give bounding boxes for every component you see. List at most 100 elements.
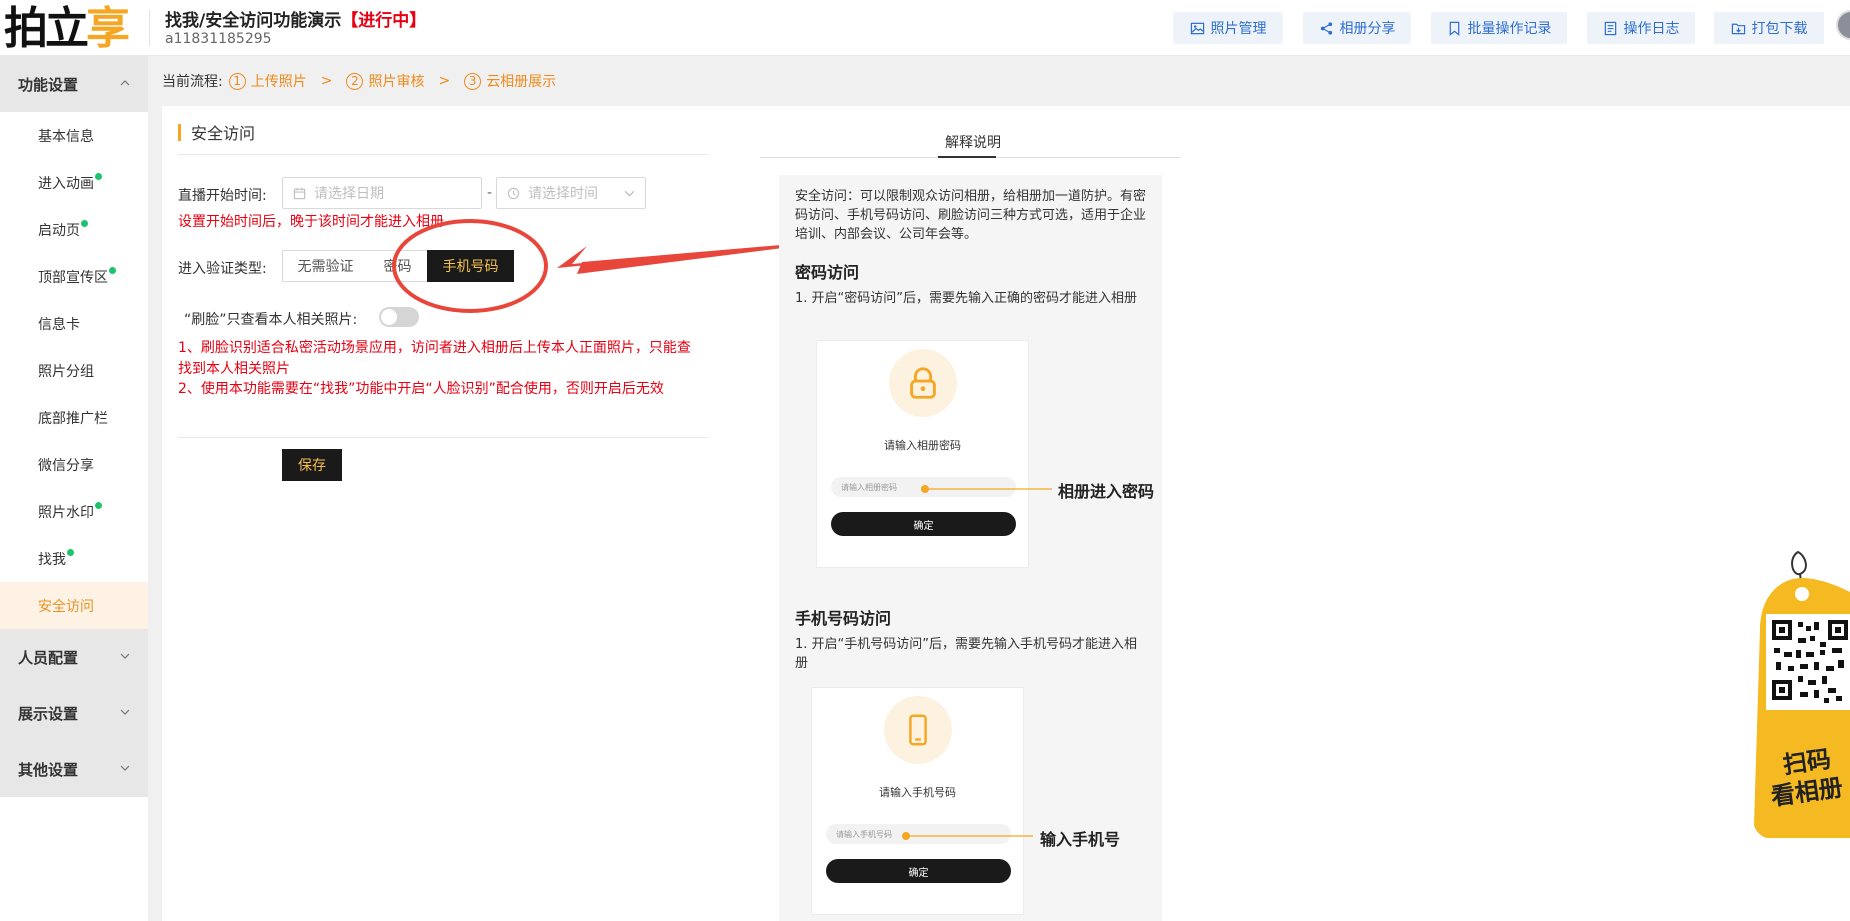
sidebar-group-other[interactable]: 其他设置 [0,741,148,797]
sidebar-group-label: 展示设置 [18,704,79,723]
sidebar-item-label: 照片分组 [38,363,94,380]
face-scan-note-2: 2、使用本功能需要在“找我”功能中开启“人脸识别”配合使用，否则开启后无效 [178,381,664,397]
operation-log-label: 操作日志 [1623,21,1680,37]
folder-download-icon [1731,23,1745,34]
sidebar-item-photo-groups[interactable]: 照片分组 [0,347,148,394]
sidebar-item-label: 基本信息 [38,128,94,145]
chevron-down-icon [120,653,130,659]
image-icon [1190,22,1204,34]
sidebar-item-label: 信息卡 [38,316,80,333]
album-share-button[interactable]: 相册分享 [1303,12,1411,44]
step-label: 云相册展示 [486,74,557,90]
chevron-down-icon [120,765,130,771]
operation-log-button[interactable]: 操作日志 [1587,12,1695,44]
tab-active-indicator [938,156,996,158]
date-picker-input[interactable]: 请选择日期 [282,177,482,209]
flow-step-review[interactable]: 2 照片审核 [346,71,424,91]
password-step: 1. 开启“密码访问”后，需要先输入正确的密码才能进入相册 [795,291,1138,306]
avatar[interactable] [1836,10,1850,40]
flow-step-upload[interactable]: 1 上传照片 [228,71,307,91]
step-number: 3 [464,72,482,90]
app-logo[interactable]: 拍立享 [4,3,130,54]
flow-label: 当前流程: [162,74,223,90]
sidebar-item-find-me[interactable]: 找我 [0,535,148,582]
process-flow-bar: 当前流程: 1 上传照片 > 2 照片审核 > 3 云相册展示 [148,56,1850,106]
sidebar-item-top-banner[interactable]: 顶部宣传区 [0,253,148,300]
sidebar-item-wechat-share[interactable]: 微信分享 [0,441,148,488]
bookmark-icon [1449,21,1459,36]
pack-download-button[interactable]: 打包下载 [1714,12,1824,44]
chevron-down-icon [624,190,635,197]
calendar-icon [293,187,306,199]
batch-records-label: 批量操作记录 [1467,21,1552,37]
face-scan-toggle[interactable] [379,307,419,327]
password-mock-screen: 请输入相册密码 请输入相册密码 确定 [816,340,1029,568]
section-title-text: 安全访问 [191,124,256,143]
logo-divider [149,10,150,46]
mock-title: 请输入手机号码 [879,786,956,799]
sidebar-item-label: 照片水印 [38,504,94,521]
top-bar: 拍立享 找我/安全访问功能演示【进行中】 a11831185295 照片管理 相… [0,0,1850,56]
lock-icon [910,367,936,399]
status-dot [95,502,102,509]
tab-explanation[interactable]: 解释说明 [945,132,1001,152]
mobile-phone-icon [909,714,927,746]
flow-step-cloud-album[interactable]: 3 云相册展示 [464,71,556,91]
date-placeholder: 请选择日期 [314,186,384,202]
sidebar-group-display[interactable]: 展示设置 [0,685,148,741]
qr-code-tag[interactable]: 扫码 看相册 [1740,548,1850,838]
photo-manage-button[interactable]: 照片管理 [1173,12,1283,44]
sidebar-item-launch-page[interactable]: 启动页 [0,206,148,253]
verify-type-label: 进入验证类型: [178,261,267,277]
phone-annotation: 输入手机号 [1040,830,1121,849]
verify-option-label: 无需验证 [297,259,354,275]
status-dot [67,549,74,556]
chevron-down-icon [120,709,130,715]
password-annotation: 相册进入密码 [1058,482,1155,501]
step-number: 2 [346,72,364,90]
time-placeholder: 请选择时间 [528,186,598,202]
sidebar-item-label: 找我 [38,551,66,568]
step-label: 照片审核 [368,74,425,90]
sidebar-group-label: 人员配置 [18,648,79,667]
sidebar-item-bottom-promo[interactable]: 底部推广栏 [0,394,148,441]
document-icon [1604,21,1616,35]
mock-button: 确定 [831,512,1016,536]
start-time-label: 直播开始时间: [178,188,267,204]
sidebar-group-feature-settings[interactable]: 功能设置 [0,56,148,112]
explain-intro: 安全访问：可以限制观众访问相册，给相册加一道防护。有密码访问、手机号码访问、刷脸… [795,189,1147,242]
range-separator: - [487,185,493,201]
project-title: 找我/安全访问功能演示【进行中】 [165,6,426,31]
mock-title: 请输入相册密码 [884,439,961,452]
divider [178,154,708,155]
batch-records-button[interactable]: 批量操作记录 [1431,12,1567,44]
clock-icon [507,187,520,199]
logo-text-main: 拍立 [4,3,89,54]
time-picker-input[interactable]: 请选择时间 [496,177,646,209]
verify-option-none[interactable]: 无需验证 [282,250,369,282]
sidebar-item-label: 进入动画 [38,175,94,192]
phone-heading: 手机号码访问 [795,609,892,628]
sidebar-item-label: 微信分享 [38,457,94,474]
face-scan-note-1: 1、刷脸识别适合私密活动场景应用，访问者进入相册后上传本人正面照片，只能查找到本… [178,340,691,377]
face-scan-label: “刷脸”只查看本人相关照片: [184,312,358,328]
mock-button: 确定 [826,859,1011,883]
title-accent-bar [178,123,181,141]
sidebar-item-basic-info[interactable]: 基本信息 [0,112,148,159]
explanation-panel: 安全访问：可以限制观众访问相册，给相册加一道防护。有密码访问、手机号码访问、刷脸… [779,175,1162,921]
divider [178,437,708,438]
sidebar-item-enter-animation[interactable]: 进入动画 [0,159,148,206]
save-button[interactable]: 保存 [282,449,342,481]
sidebar-item-info-card[interactable]: 信息卡 [0,300,148,347]
step-number: 1 [228,72,246,90]
status-dot [95,173,102,180]
sidebar-group-personnel[interactable]: 人员配置 [0,629,148,685]
project-status: 【进行中】 [341,11,427,31]
album-share-label: 相册分享 [1339,21,1396,37]
sidebar-item-label: 底部推广栏 [38,410,108,427]
sidebar-item-watermark[interactable]: 照片水印 [0,488,148,535]
sidebar-item-security-access[interactable]: 安全访问 [0,582,148,629]
phone-circle [884,696,952,764]
sidebar-item-label: 安全访问 [38,598,94,615]
password-heading: 密码访问 [795,263,860,282]
